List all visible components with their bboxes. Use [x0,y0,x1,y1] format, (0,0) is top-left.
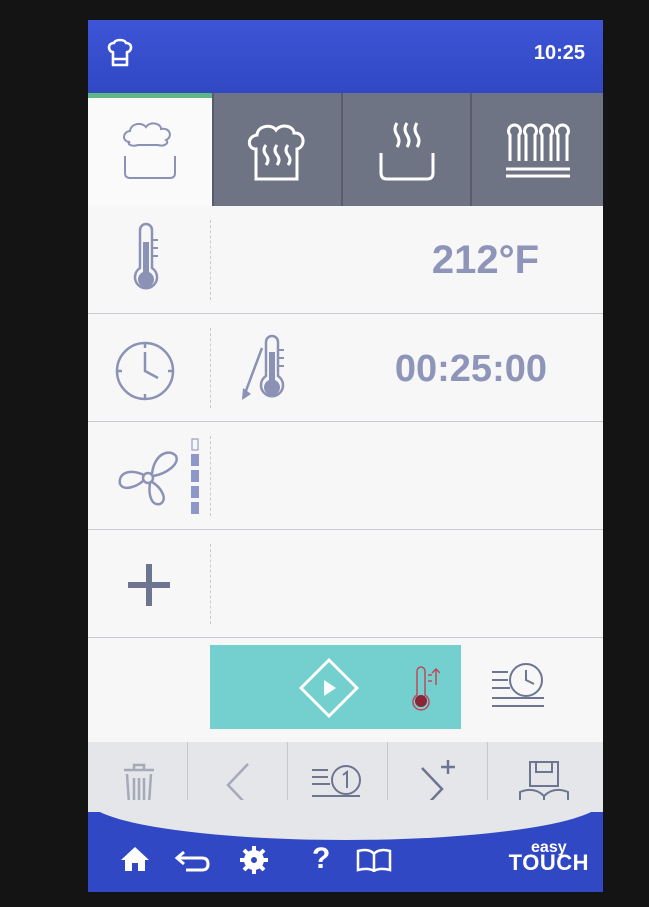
add-step-row[interactable] [88,530,603,638]
brand-line2: TOUCH [508,850,589,875]
plus-icon[interactable] [126,562,172,608]
tab-combi-steam[interactable] [212,93,343,206]
chef-hat-icon[interactable] [106,38,134,70]
divider [210,220,211,300]
easytouch-logo: easy TOUCH [508,840,589,875]
preheat-thermometer-icon [412,665,440,713]
cookbook-icon[interactable] [356,848,392,872]
start-button[interactable] [210,645,461,729]
temperature-value[interactable]: 212°F [432,238,539,283]
divider [210,544,211,624]
status-bar: 10:25 [88,20,603,93]
divider [210,328,211,408]
help-icon[interactable]: ? [312,842,330,876]
oven-touch-screen: 10:25 212°F 00:25:00 ? easy TOUCH [88,20,603,892]
clock-icon [112,338,178,404]
hot-air-grill-icon [502,123,574,183]
fan-row[interactable] [88,422,603,530]
status-time: 10:25 [533,42,585,64]
temperature-row[interactable]: 212°F [88,206,603,314]
core-probe-icon[interactable] [240,334,292,406]
time-value[interactable]: 00:25:00 [395,348,547,391]
fan-icon [114,444,184,510]
steam-icon [375,119,439,183]
return-icon[interactable] [174,848,210,872]
home-icon[interactable] [120,846,150,872]
divider [210,436,211,516]
tab-steam[interactable] [341,93,472,206]
convection-icon [118,120,182,184]
start-icon [298,657,360,719]
tab-hot-air-grill[interactable] [470,93,603,206]
thermometer-icon [128,222,164,294]
settings-gear-icon[interactable] [240,846,268,874]
tab-convection[interactable] [88,93,212,206]
combi-steam-icon [244,121,310,185]
fan-speed-indicator [191,438,199,514]
delayed-start-icon[interactable] [490,660,548,712]
time-row[interactable]: 00:25:00 [88,314,603,422]
